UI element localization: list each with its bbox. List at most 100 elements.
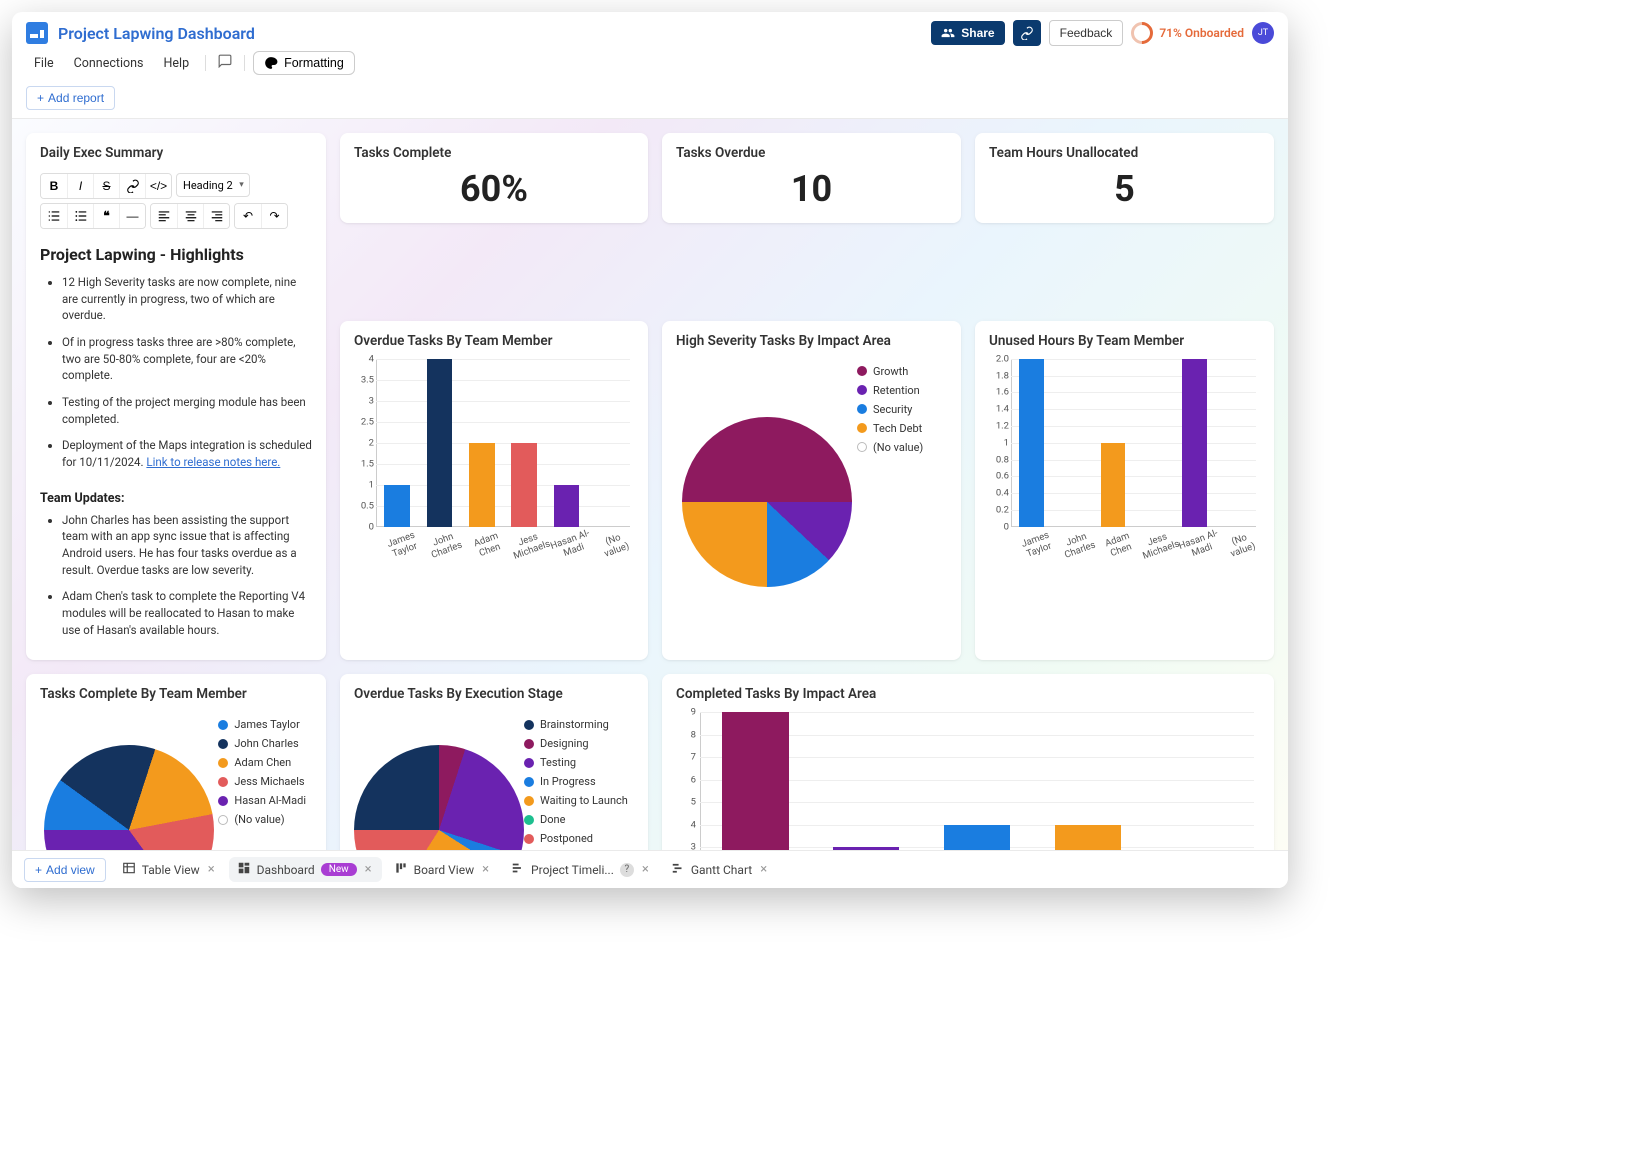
redo-button[interactable]: ↷ <box>261 204 287 228</box>
link-icon <box>126 179 140 193</box>
view-tab-board[interactable]: Board View × <box>386 857 499 882</box>
align-left-icon <box>157 209 171 223</box>
align-left-button[interactable] <box>151 204 177 228</box>
board-icon <box>394 861 408 878</box>
menu-connections[interactable]: Connections <box>66 52 152 75</box>
progress-ring-icon <box>1127 17 1158 48</box>
heading-select[interactable]: Heading 2 <box>176 173 250 197</box>
close-icon[interactable]: × <box>758 862 769 877</box>
legend-swatch-icon <box>524 739 534 749</box>
close-icon[interactable]: × <box>640 862 651 877</box>
bar-chart: 00.20.40.60.811.21.41.61.82.0James Taylo… <box>989 355 1260 565</box>
align-center-button[interactable] <box>177 204 203 228</box>
italic-button[interactable]: I <box>67 174 93 198</box>
bar-chart: 00.511.522.533.54James TaylorJohn Charle… <box>354 355 634 565</box>
menu-help[interactable]: Help <box>155 52 197 75</box>
legend-item: Done <box>524 813 628 826</box>
bar-chart: 0123456789GrowthRetentionSecurityTech De… <box>676 708 1260 850</box>
view-tab-timeline[interactable]: Project Timeli...? × <box>503 857 659 882</box>
undo-button[interactable]: ↶ <box>235 204 261 228</box>
link-button[interactable] <box>119 174 145 198</box>
view-tab-label: Table View <box>142 863 200 877</box>
legend-item: John Charles <box>218 737 306 750</box>
add-report-button[interactable]: + Add report <box>26 86 115 110</box>
stat-value: 5 <box>989 167 1260 211</box>
add-report-label: Add report <box>48 91 104 105</box>
code-button[interactable]: </> <box>145 174 171 198</box>
menu-file[interactable]: File <box>26 52 62 75</box>
formatting-label: Formatting <box>284 56 344 70</box>
unordered-list-icon <box>74 209 88 223</box>
chart-legend: James TaylorJohn CharlesAdam ChenJess Mi… <box>218 708 312 850</box>
legend-item: (No value) <box>218 813 306 826</box>
legend-swatch-icon <box>218 796 228 806</box>
align-right-button[interactable] <box>203 204 229 228</box>
bold-button[interactable]: B <box>41 174 67 198</box>
hr-button[interactable]: — <box>119 204 145 228</box>
rich-text-toolbar: B I S </> Heading 2 ❝ — <box>40 173 312 229</box>
comment-icon[interactable] <box>214 50 236 76</box>
view-tab-label: Dashboard <box>257 863 315 877</box>
feedback-button[interactable]: Feedback <box>1049 20 1124 46</box>
view-tab-label: Board View <box>414 863 475 877</box>
summary-team-updates: John Charles has been assisting the supp… <box>40 512 312 649</box>
palette-icon <box>264 56 278 70</box>
legend-swatch-icon <box>524 777 534 787</box>
card-tasks-overdue: Tasks Overdue 10 <box>662 133 961 223</box>
close-icon[interactable]: × <box>363 862 374 877</box>
user-avatar[interactable]: JT <box>1252 22 1274 44</box>
people-icon <box>941 26 955 40</box>
card-title: Overdue Tasks By Team Member <box>354 333 634 349</box>
share-button[interactable]: Share <box>931 21 1004 45</box>
view-tab-table[interactable]: Table View × <box>114 857 225 882</box>
onboarding-progress[interactable]: 71% Onboarded <box>1131 22 1244 44</box>
menu-divider <box>205 55 206 71</box>
card-complete-by-member: Tasks Complete By Team Member James Tayl… <box>26 674 326 850</box>
add-view-button[interactable]: + Add view <box>24 858 106 882</box>
copy-link-button[interactable] <box>1013 20 1041 46</box>
legend-swatch-icon <box>218 720 228 730</box>
legend-item: Postponed <box>524 832 628 845</box>
card-title: Team Hours Unallocated <box>989 145 1260 161</box>
card-title: Tasks Overdue <box>676 145 947 161</box>
close-icon[interactable]: × <box>206 862 217 877</box>
chart-legend: BrainstormingDesigningTestingIn Progress… <box>524 708 634 850</box>
summary-heading: Project Lapwing - Highlights <box>40 245 312 264</box>
menubar: File Connections Help Formatting <box>12 50 1288 82</box>
ordered-list-button[interactable] <box>41 204 67 228</box>
help-icon[interactable]: ? <box>620 863 634 877</box>
card-hours-unallocated: Team Hours Unallocated 5 <box>975 133 1274 223</box>
legend-swatch-icon <box>218 815 228 825</box>
dashboard-icon <box>237 861 251 878</box>
strike-button[interactable]: S <box>93 174 119 198</box>
new-badge: New <box>321 863 357 876</box>
formatting-button[interactable]: Formatting <box>253 51 355 75</box>
unordered-list-button[interactable] <box>67 204 93 228</box>
legend-item: James Taylor <box>218 718 306 731</box>
list-item: Adam Chen's task to complete the Reporti… <box>62 588 312 638</box>
legend-swatch-icon <box>857 385 867 395</box>
view-tab-label: Project Timeli... <box>531 863 614 877</box>
quote-button[interactable]: ❝ <box>93 204 119 228</box>
view-tab-gantt[interactable]: Gantt Chart × <box>663 857 777 882</box>
card-title: Overdue Tasks By Execution Stage <box>354 686 634 702</box>
view-tab-label: Gantt Chart <box>691 863 752 877</box>
legend-item: Designing <box>524 737 628 750</box>
release-notes-link[interactable]: Link to release notes here. <box>146 455 280 469</box>
chart-legend: GrowthRetentionSecurityTech Debt(No valu… <box>857 355 947 649</box>
legend-swatch-icon <box>857 404 867 414</box>
close-icon[interactable]: × <box>480 862 491 877</box>
add-report-bar: + Add report <box>12 82 1288 119</box>
timeline-icon <box>511 861 525 878</box>
legend-item: Growth <box>857 365 941 378</box>
dashboard-canvas[interactable]: Daily Exec Summary B I S </> Heading 2 ❝ <box>12 119 1288 850</box>
legend-item: Hasan Al-Madi <box>218 794 306 807</box>
app-logo-icon <box>26 22 48 44</box>
card-severity-by-area: High Severity Tasks By Impact Area Growt… <box>662 321 961 661</box>
view-tab-dashboard[interactable]: Dashboard New × <box>229 857 382 882</box>
pie-chart <box>354 745 524 850</box>
share-label: Share <box>961 26 994 40</box>
legend-swatch-icon <box>218 739 228 749</box>
legend-item: Brainstorming <box>524 718 628 731</box>
card-overdue-by-stage: Overdue Tasks By Execution Stage Brainst… <box>340 674 648 850</box>
